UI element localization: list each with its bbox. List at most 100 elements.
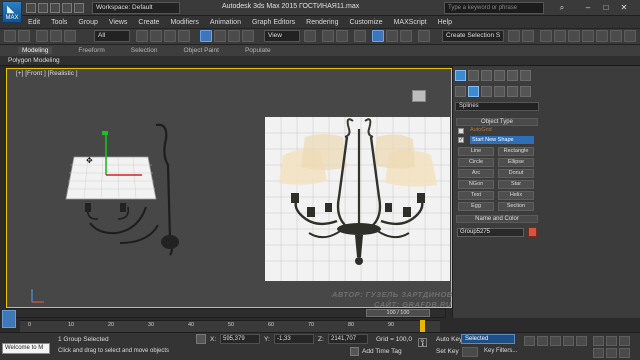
- go-to-start-icon[interactable]: [524, 336, 535, 346]
- curve-editor-icon[interactable]: [554, 30, 566, 42]
- donut-button[interactable]: Donut: [498, 169, 534, 178]
- tab-object-paint[interactable]: Object Paint: [184, 47, 219, 54]
- key-filters-button[interactable]: Key Filters...: [484, 348, 517, 354]
- minimize-button[interactable]: –: [582, 2, 594, 13]
- undo-toolbar-icon[interactable]: [4, 30, 16, 42]
- maxscript-listener-input[interactable]: Welcome to M: [2, 343, 50, 354]
- render-setup-icon[interactable]: [596, 30, 608, 42]
- menu-rendering[interactable]: Rendering: [306, 19, 338, 26]
- menu-maxscript[interactable]: MAXScript: [394, 19, 427, 26]
- x-coord-field[interactable]: 595,379: [220, 334, 260, 344]
- menu-group[interactable]: Group: [78, 19, 97, 26]
- select-and-rotate-icon[interactable]: [214, 30, 226, 42]
- viewcube-icon[interactable]: [412, 90, 426, 102]
- new-file-icon[interactable]: [26, 3, 36, 13]
- window-crossing-icon[interactable]: [178, 30, 190, 42]
- create-panel-tab[interactable]: [455, 70, 466, 81]
- maximize-viewport-icon[interactable]: [606, 348, 617, 358]
- named-selection-sets-dropdown[interactable]: Create Selection S: [442, 30, 504, 42]
- select-and-place-icon[interactable]: [242, 30, 254, 42]
- shapes-category-icon[interactable]: [468, 86, 479, 97]
- menu-views[interactable]: Views: [109, 19, 128, 26]
- section-button[interactable]: Section: [498, 202, 534, 211]
- zoom-icon[interactable]: [593, 336, 604, 346]
- menu-help[interactable]: Help: [438, 19, 452, 26]
- utilities-panel-tab[interactable]: [520, 70, 531, 81]
- add-time-tag-button[interactable]: Add Time Tag: [362, 348, 402, 355]
- helpers-category-icon[interactable]: [507, 86, 518, 97]
- mirror-icon[interactable]: [508, 30, 520, 42]
- chandelier-reference-plane[interactable]: [265, 117, 450, 281]
- align-icon[interactable]: [522, 30, 534, 42]
- key-mode-icon[interactable]: ⚿: [418, 336, 432, 354]
- object-color-swatch[interactable]: [528, 227, 537, 237]
- display-panel-tab[interactable]: [507, 70, 518, 81]
- menu-modifiers[interactable]: Modifiers: [170, 19, 198, 26]
- z-coord-field[interactable]: 2141,707: [328, 334, 368, 344]
- workspace-dropdown[interactable]: Workspace: Default: [92, 2, 180, 14]
- y-coord-field[interactable]: -1,33: [274, 334, 314, 344]
- menu-graph-editors[interactable]: Graph Editors: [252, 19, 295, 26]
- play-icon[interactable]: [550, 336, 561, 346]
- select-object-icon[interactable]: [136, 30, 148, 42]
- pivot-center-icon[interactable]: [304, 30, 316, 42]
- menu-customize[interactable]: Customize: [349, 19, 382, 26]
- binoculars-search-icon[interactable]: ⌕: [556, 2, 568, 13]
- render-production-icon[interactable]: [624, 30, 636, 42]
- application-button[interactable]: ◣ MAX: [2, 1, 22, 23]
- key-mode-dropdown[interactable]: Selected: [461, 334, 515, 344]
- start-new-shape-checkbox[interactable]: ✓: [458, 137, 464, 143]
- ngon-button[interactable]: NGon: [458, 180, 494, 189]
- mini-curve-editor-button[interactable]: [2, 310, 16, 328]
- time-tag-icon[interactable]: [350, 347, 359, 356]
- set-keys-icon[interactable]: [462, 347, 478, 357]
- previous-frame-icon[interactable]: [537, 336, 548, 346]
- reference-coordinate-dropdown[interactable]: View: [264, 30, 300, 42]
- tab-modeling[interactable]: Modeling: [18, 47, 53, 54]
- redo-icon[interactable]: [74, 3, 84, 13]
- layer-explorer-icon[interactable]: [540, 30, 552, 42]
- space-warps-category-icon[interactable]: [520, 86, 531, 97]
- lights-category-icon[interactable]: [481, 86, 492, 97]
- zoom-extents-icon[interactable]: [619, 348, 630, 358]
- next-frame-icon[interactable]: [563, 336, 574, 346]
- go-to-end-icon[interactable]: [576, 336, 587, 346]
- search-input[interactable]: Type a keyword or phrase: [444, 2, 544, 14]
- modify-panel-tab[interactable]: [468, 70, 479, 81]
- unlink-icon[interactable]: [50, 30, 62, 42]
- star-button[interactable]: Star: [498, 180, 534, 189]
- ellipse-button[interactable]: Ellipse: [498, 158, 534, 167]
- redo-toolbar-icon[interactable]: [18, 30, 30, 42]
- tab-freeform[interactable]: Freeform: [78, 47, 104, 54]
- material-editor-icon[interactable]: [582, 30, 594, 42]
- open-file-icon[interactable]: [38, 3, 48, 13]
- select-by-name-icon[interactable]: [150, 30, 162, 42]
- object-type-rollout-header[interactable]: Object Type: [456, 118, 538, 126]
- tab-populate[interactable]: Populate: [245, 47, 271, 54]
- viewport-label[interactable]: [+] [Front ] [Realistic ]: [16, 70, 78, 77]
- pan-icon[interactable]: [606, 336, 617, 346]
- percent-snap-icon[interactable]: [386, 30, 398, 42]
- polygon-modeling-panel[interactable]: Polygon Modeling: [0, 56, 640, 66]
- autogrid-checkbox[interactable]: [458, 128, 464, 134]
- undo-icon[interactable]: [62, 3, 72, 13]
- cameras-category-icon[interactable]: [494, 86, 505, 97]
- maximize-button[interactable]: □: [600, 2, 612, 13]
- start-new-shape-button[interactable]: Start New Shape: [470, 136, 534, 144]
- rectangle-button[interactable]: Rectangle: [498, 147, 534, 156]
- rectangular-selection-icon[interactable]: [164, 30, 176, 42]
- schematic-view-icon[interactable]: [568, 30, 580, 42]
- select-and-move-icon[interactable]: [200, 30, 212, 42]
- auto-key-button[interactable]: Auto Key: [436, 336, 462, 343]
- close-button[interactable]: ✕: [618, 2, 630, 13]
- edit-named-selection-icon[interactable]: [418, 30, 430, 42]
- lock-selection-icon[interactable]: [196, 334, 206, 344]
- helix-button[interactable]: Helix: [498, 191, 534, 200]
- select-and-scale-icon[interactable]: [228, 30, 240, 42]
- time-slider-handle[interactable]: 100 / 100: [366, 309, 430, 317]
- name-and-color-rollout-header[interactable]: Name and Color: [456, 215, 538, 223]
- text-button[interactable]: Text: [458, 191, 494, 200]
- set-key-button[interactable]: Set Key: [436, 348, 459, 355]
- field-of-view-icon[interactable]: [593, 348, 604, 358]
- snaps-toggle-icon[interactable]: [354, 30, 366, 42]
